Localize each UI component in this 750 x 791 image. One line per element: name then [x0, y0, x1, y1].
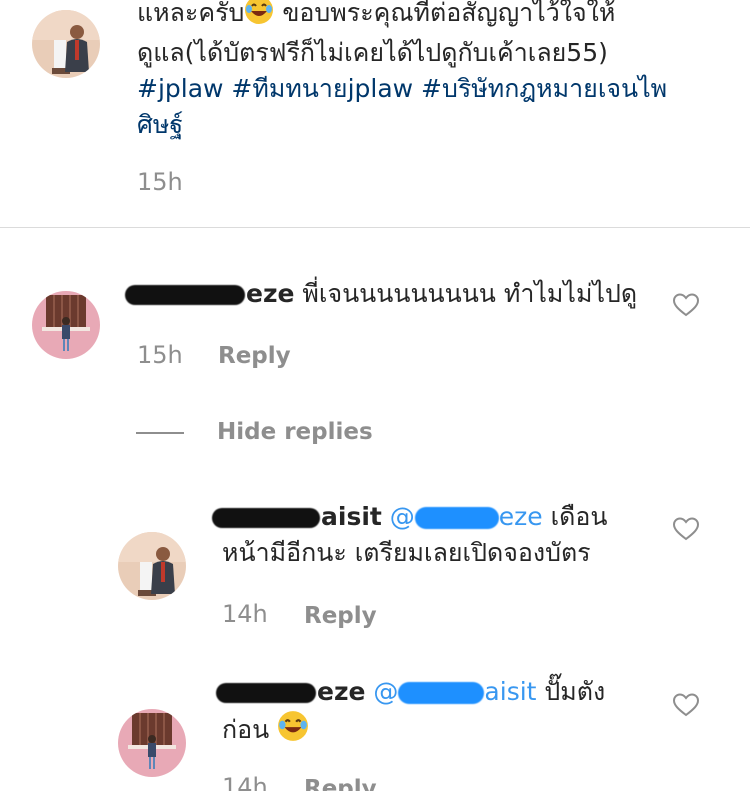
redacted-mention	[414, 507, 499, 529]
reply1-reply-button[interactable]: Reply	[304, 603, 377, 629]
redacted-username	[212, 508, 320, 528]
laughing-emoji-icon	[244, 0, 274, 35]
reply1-line-1: aisit @ eze เดือน	[212, 499, 662, 535]
comment1-reply-button[interactable]: Reply	[218, 343, 291, 369]
hide-replies-button[interactable]: Hide replies	[217, 419, 373, 445]
caption-author-avatar[interactable]	[32, 10, 100, 78]
caption-line-1: แหละครับ ขอบพระคุณที่ต่อสัญญาไว้ใจให้	[137, 0, 717, 35]
reply2-text: eze @ aisit ปั๊มตัง ก่อน	[216, 674, 656, 752]
reply2-line-1: eze @ aisit ปั๊มตัง	[216, 674, 656, 710]
comments-screen: แหละครับ ขอบพระคุณที่ต่อสัญญาไว้ใจให้ ดู…	[0, 0, 750, 791]
caption-hashtags-2[interactable]: ศิษฐ์	[137, 107, 717, 143]
caption-timestamp: 15h	[137, 168, 183, 196]
comment1-avatar[interactable]	[32, 291, 100, 359]
reply1-line-2: หน้ามีอีกนะ เตรียมเลยเปิดจองบัตร	[222, 538, 591, 567]
reply1-avatar[interactable]	[118, 532, 186, 600]
redacted-username	[125, 285, 245, 305]
reply1-text: aisit @ eze เดือน หน้ามีอีกนะ เตรียมเลยเป…	[212, 499, 662, 571]
caption-text: แหละครับ ขอบพระคุณที่ต่อสัญญาไว้ใจให้ ดู…	[137, 0, 717, 143]
reply2-reply-button[interactable]: Reply	[304, 776, 377, 791]
reply1-mention[interactable]: @ eze	[390, 502, 543, 531]
caption-line-2: ดูแล(ได้บัตรฟรีก็ไม่เคยได้ไปดูกับเค้าเลย…	[137, 38, 608, 67]
reply1-timestamp: 14h	[222, 600, 268, 628]
laughing-emoji-icon	[277, 710, 309, 752]
hide-replies-line	[136, 432, 184, 434]
comment1-username[interactable]: eze	[125, 279, 294, 308]
reply1-like-heart-icon[interactable]	[673, 517, 699, 541]
caption-divider	[0, 227, 750, 228]
comment1-timestamp: 15h	[137, 341, 183, 369]
comment1-text: eze พี่เจนนนนนนนนน ทำไมไม่ไปดู	[125, 276, 685, 312]
reply2-username[interactable]: eze	[216, 677, 365, 706]
reply2-timestamp: 14h	[222, 773, 268, 791]
reply2-like-heart-icon[interactable]	[673, 693, 699, 717]
caption-hashtags-1[interactable]: #jplaw #ทีมทนายjplaw #บริษัทกฎหมายเจนไพ	[137, 71, 717, 107]
reply2-mention[interactable]: @ aisit	[373, 677, 536, 706]
reply1-username[interactable]: aisit	[212, 502, 382, 531]
reply2-line-2: ก่อน	[222, 710, 656, 752]
reply2-avatar[interactable]	[118, 709, 186, 777]
redacted-username	[216, 683, 316, 703]
comment1-like-heart-icon[interactable]	[673, 293, 699, 317]
redacted-mention	[398, 682, 485, 704]
